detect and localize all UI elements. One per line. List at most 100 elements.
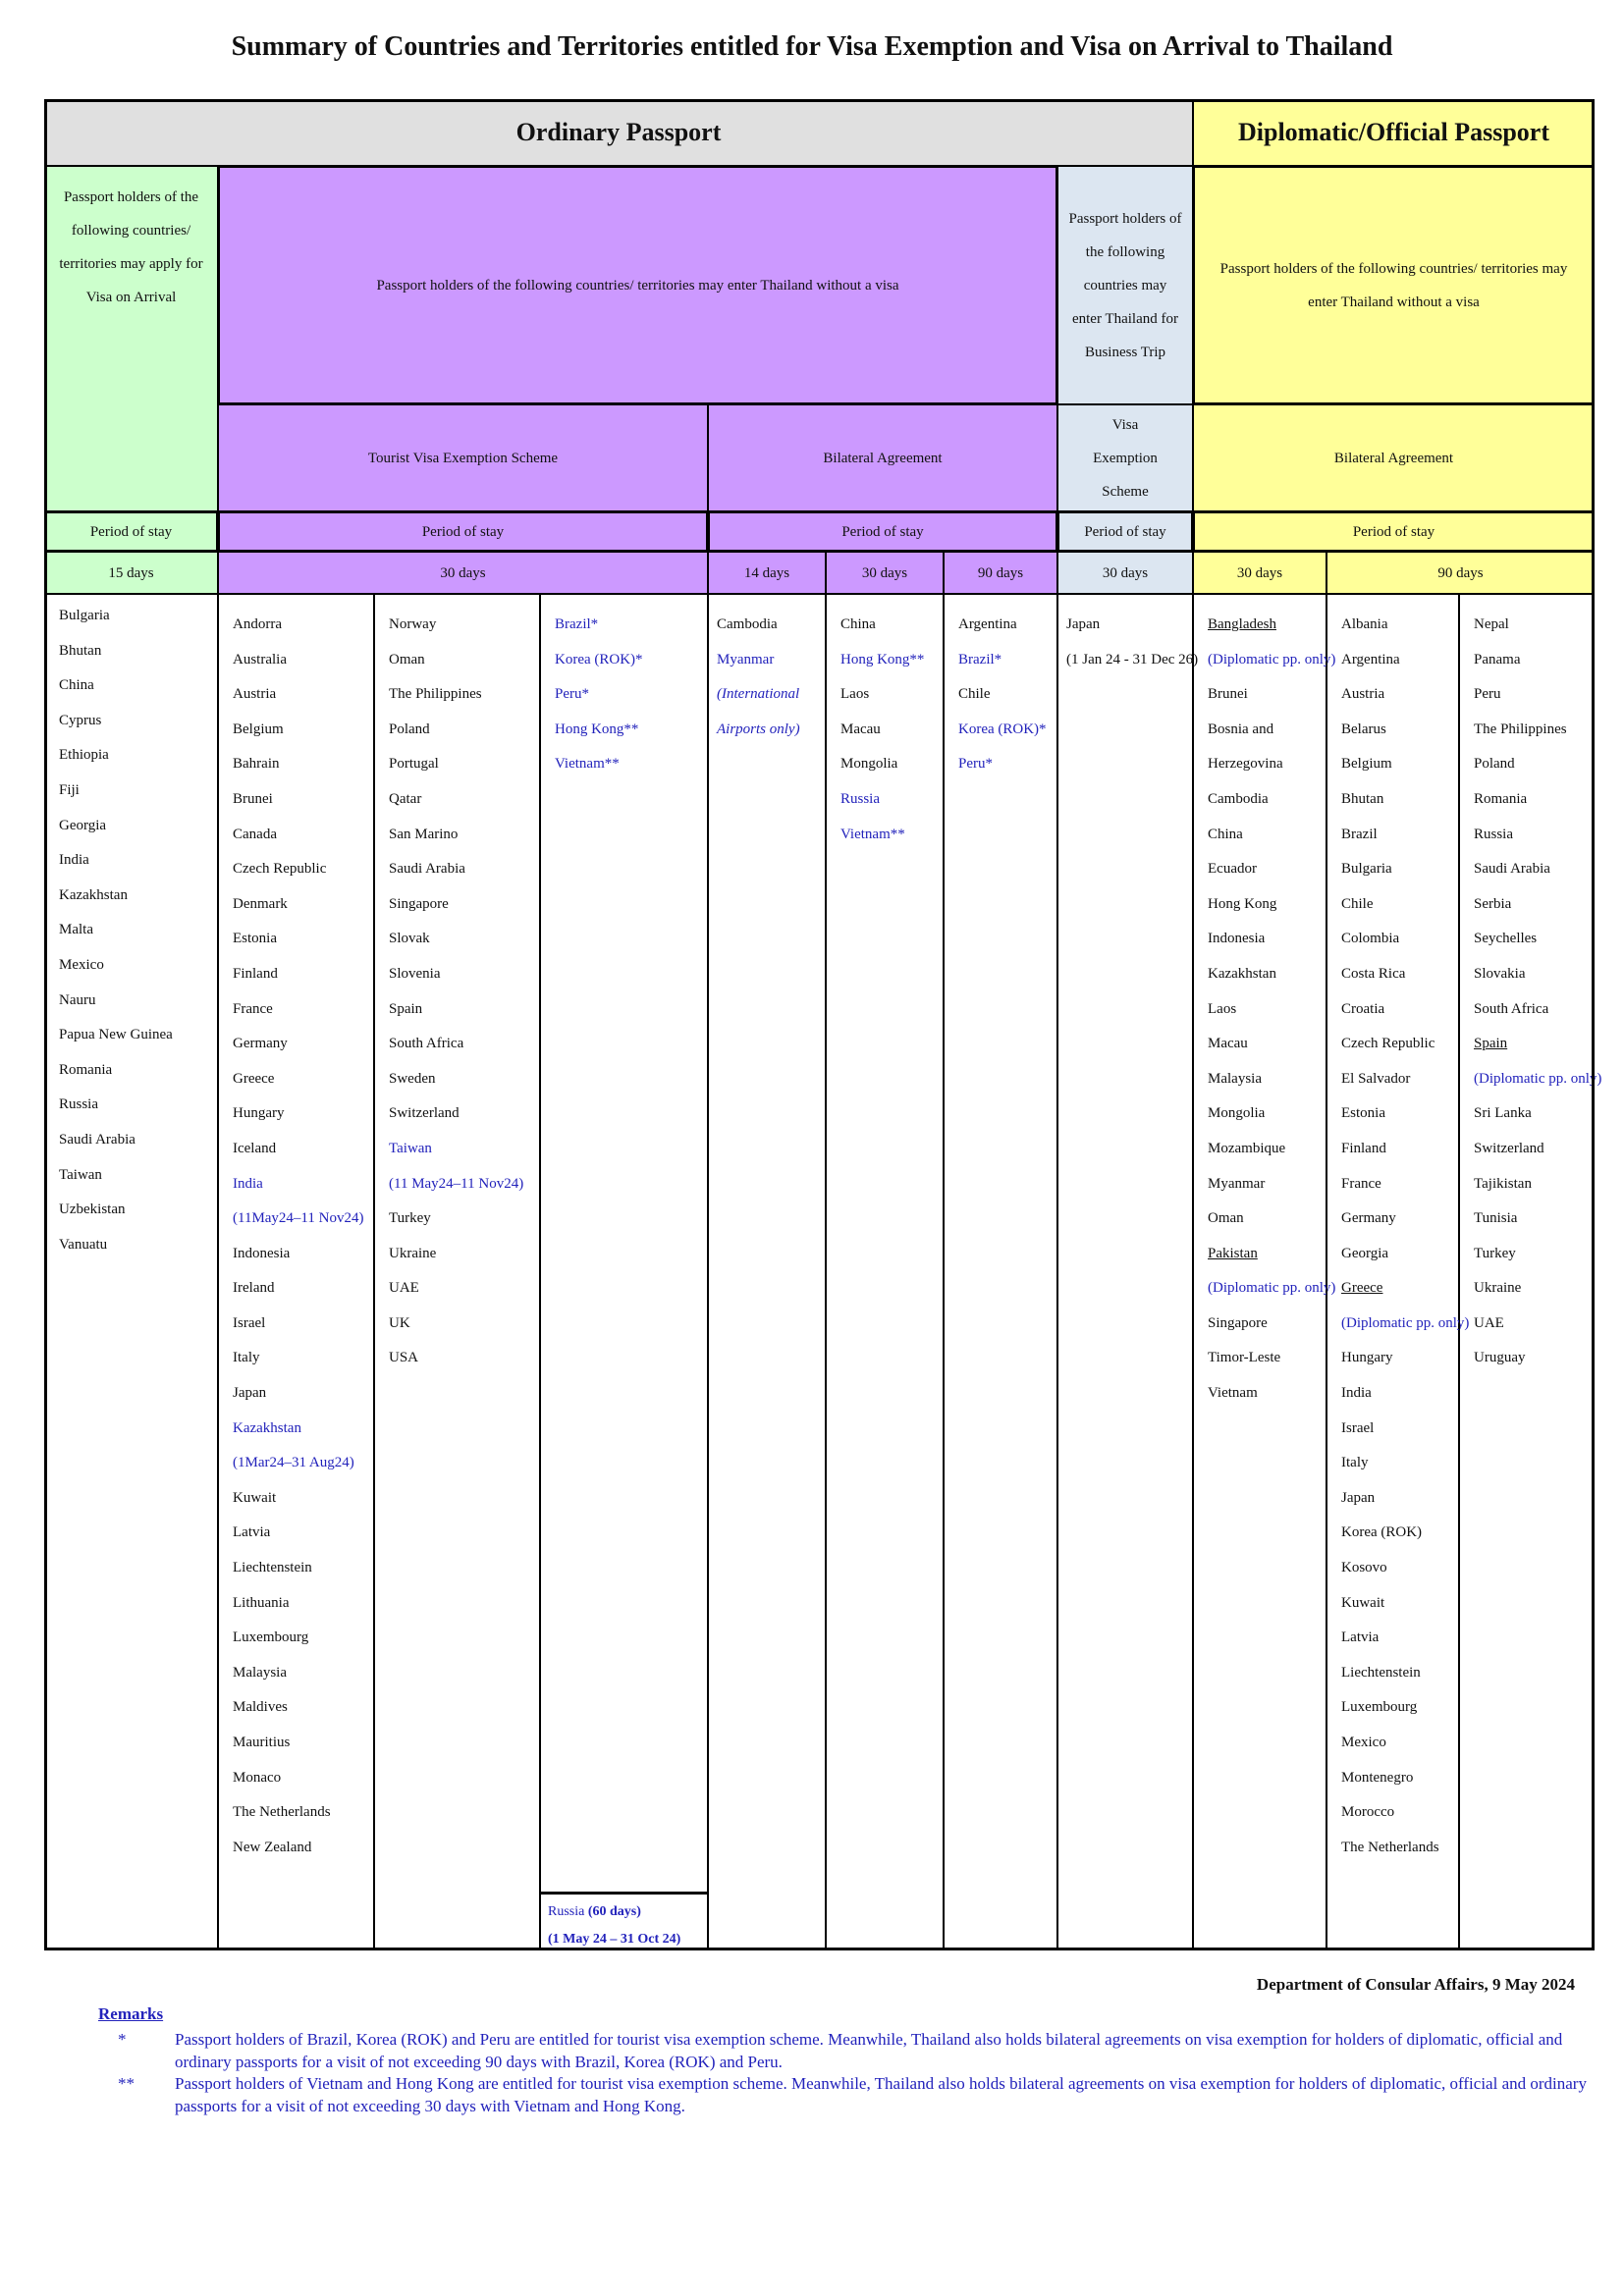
country-item: Poland [389,721,430,737]
country-item: The Philippines [1474,721,1567,737]
country-item: Kazakhstan [1208,965,1276,982]
country-item: Chile [1341,895,1374,912]
country-item: Hong Kong [1208,895,1277,912]
diplomatic-bilateral-agreement-header: Bilateral Agreement [1193,404,1595,511]
country-item: France [1341,1175,1381,1192]
country-item: Taiwan [59,1166,102,1183]
country-item: (11 May24–11 Nov24) [389,1175,524,1192]
column-dip-30: Bangladesh (Diplomatic pp. only) Brunei Bos… [1193,594,1336,1950]
country-item: Cyprus [59,712,102,728]
country-item: Czech Republic [233,861,327,878]
country-item: Brunei [1208,686,1248,703]
country-item: Bahrain [233,756,280,773]
country-item: (1Mar24–31 Aug24) [233,1455,354,1471]
country-item: Malta [59,922,93,938]
country-item: Vietnam** [555,756,620,773]
country-item: The Philippines [389,686,482,703]
bilateral-agreement-header: Bilateral Agreement [708,404,1057,511]
country-item: Brunei [233,790,273,807]
country-item: Korea (ROK) [1341,1524,1423,1541]
country-item: Fiji [59,781,80,798]
country-item: China [59,677,94,694]
country-item: Turkey [1474,1245,1516,1261]
country-item: Bhutan [1341,790,1384,807]
country-item: Monaco [233,1769,282,1786]
country-item: Mexico [1341,1735,1386,1750]
country-item: Singapore [1208,1314,1268,1331]
country-item: (Diplomatic pp. only) [1208,1280,1336,1297]
remark-mark: * [118,2030,127,2049]
period-of-stay-label: Period of stay [44,511,218,552]
country-item: Luxembourg [1341,1699,1418,1716]
country-item: Bhutan [59,642,102,659]
country-item: Argentina [958,616,1017,632]
russia-period: (1 May 24 – 31 Oct 24) [548,1932,681,1947]
country-item: (1 Jan 24 - 31 Dec 26) [1066,651,1199,667]
country-item: Slovak [389,931,430,947]
column-business: Japan (1 Jan 24 - 31 Dec 26) [1057,594,1199,1950]
column-dip-90-1: Albania Argentina Austria Belarus Belgium Bhu… [1326,594,1470,1950]
country-item: Canada [233,826,277,842]
column-dip-90-2: Nepal Panama Peru The Philippines Poland Roma… [1459,594,1602,1950]
country-item: The Netherlands [1341,1839,1439,1855]
country-item: Sweden [389,1070,436,1087]
country-item: Saudi Arabia [1474,861,1550,878]
country-item: (Diplomatic pp. only) [1474,1070,1602,1087]
country-item: Ethiopia [59,747,109,764]
page-title: Summary of Countries and Territories ent… [231,31,1393,62]
country-item: Andorra [233,616,282,632]
country-item: Belarus [1341,721,1386,737]
country-item: Poland [1474,756,1515,773]
country-item: Lithuania [233,1594,290,1611]
country-item: Italy [1341,1455,1369,1471]
country-item: Oman [1208,1210,1244,1227]
country-item: Finland [1341,1140,1386,1156]
country-item: Macau [1208,1036,1248,1052]
country-item: India [233,1175,263,1192]
country-item: Seychelles [1474,931,1538,947]
remark-text: Passport holders of Vietnam and Hong Kon… [175,2074,1587,2115]
country-item: Romania [1474,790,1528,807]
country-item: Latvia [233,1524,271,1541]
country-item: Peru* [958,756,993,773]
country-item: Tunisia [1474,1210,1518,1227]
country-item: Mongolia [840,756,898,773]
country-item: (11May24–11 Nov24) [233,1210,364,1227]
country-item: Germany [1341,1210,1396,1227]
days-30-tourist: 30 days [218,552,708,594]
diplomatic-description: Passport holders of the following countr… [1193,166,1595,404]
country-item: Sri Lanka [1474,1105,1532,1122]
country-item: Timor-Leste [1208,1350,1281,1366]
country-item: Luxembourg [233,1629,309,1646]
country-item: Korea (ROK)* [958,721,1047,737]
country-item: India [59,852,89,869]
country-item: Mongolia [1208,1105,1266,1122]
country-item: Albania [1341,616,1388,632]
country-item: Croatia [1341,1000,1385,1017]
country-item: Austria [1341,686,1385,703]
country-item: Estonia [233,931,277,947]
country-item: Cambodia [717,616,778,632]
period-of-stay-label: Period of stay [218,511,708,552]
country-item: Japan [1341,1489,1376,1506]
period-of-stay-label: Period of stay [1193,511,1595,552]
country-item: Vietnam** [840,826,905,842]
country-item: Mozambique [1208,1140,1286,1156]
column-bilateral-30: China Hong Kong** Laos Macau Mongolia Russia V… [826,594,944,1950]
country-item: South Africa [389,1036,464,1052]
ordinary-passport-header: Ordinary Passport [44,99,1193,166]
country-item: UAE [1474,1314,1504,1331]
country-item: Belgium [1341,756,1392,773]
country-item: Ukraine [1474,1280,1522,1297]
country-item: Kazakhstan [59,886,128,903]
remark-mark: ** [118,2074,135,2093]
country-item: India [1341,1385,1372,1402]
country-item: Costa Rica [1341,965,1406,982]
country-item: (Diplomatic pp. only) [1341,1314,1470,1331]
country-item: Laos [840,686,870,703]
country-item: Ecuador [1208,861,1257,878]
country-item: New Zealand [233,1839,312,1855]
country-item: Brazil* [958,651,1002,667]
country-item: Korea (ROK)* [555,651,643,667]
country-item: Greece [1341,1280,1383,1297]
